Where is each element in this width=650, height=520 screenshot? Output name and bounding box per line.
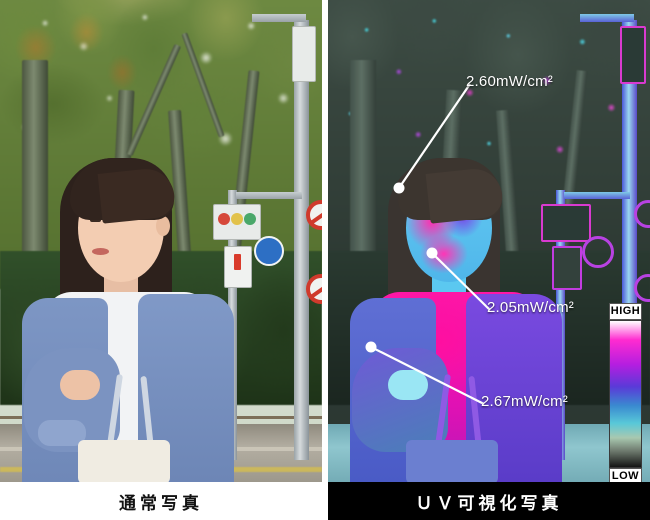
measurement-label-cheek: 2.60mW/cm² xyxy=(466,73,554,90)
uv-round-sign xyxy=(582,236,614,268)
caption-normal-photo: 通常写真 xyxy=(0,482,322,520)
scale-high-label: HIGH xyxy=(609,303,642,320)
uv-cardigan-sleeve xyxy=(352,348,448,452)
uv-comparison-figure: 2.60mW/cm² 2.05mW/cm² 2.67mW/cm² HIGH LO… xyxy=(0,0,650,520)
uv-intensity-scale: HIGH LOW xyxy=(609,303,642,485)
caption-uv-text: ＵＶ可視化写真 xyxy=(415,493,563,514)
signal-arm xyxy=(252,14,306,22)
lips xyxy=(92,248,109,255)
uv-tote-bag xyxy=(406,440,498,482)
tote-bag xyxy=(78,440,170,482)
panel-normal-photo xyxy=(0,0,322,482)
uv-signal-arm xyxy=(580,14,634,22)
uv-hand xyxy=(388,370,428,400)
normal-photo-image xyxy=(0,0,322,482)
measurement-label-hand: 2.67mW/cm² xyxy=(481,393,569,410)
subject-woman xyxy=(8,152,248,482)
uv-subject-woman xyxy=(336,152,576,482)
uv-utility-box xyxy=(620,26,646,84)
signal-pole xyxy=(294,20,309,460)
utility-box xyxy=(292,26,316,82)
caption-uv-photo: ＵＶ可視化写真 xyxy=(328,482,650,520)
blue-round-sign xyxy=(254,236,284,266)
hand xyxy=(60,370,100,400)
scale-gradient-bar xyxy=(609,320,642,468)
caption-normal-text: 通常写真 xyxy=(119,493,203,514)
measurement-label-chest: 2.05mW/cm² xyxy=(487,299,575,316)
